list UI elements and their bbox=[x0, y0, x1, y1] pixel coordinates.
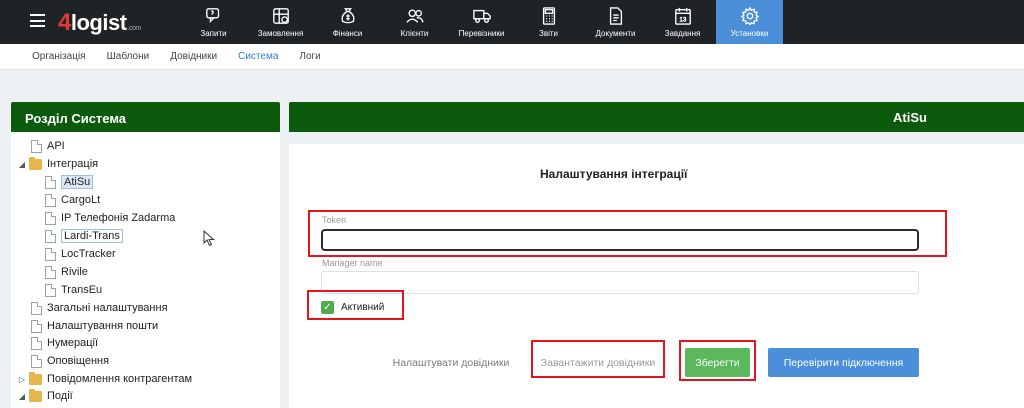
orders-icon bbox=[272, 7, 289, 24]
tree-item-transeu[interactable]: TransEu bbox=[45, 282, 102, 298]
requests-icon bbox=[205, 7, 219, 23]
nav-documents[interactable]: Документи bbox=[582, 0, 649, 44]
card-title: Налаштування інтеграції bbox=[540, 167, 688, 181]
submenu-system[interactable]: Система bbox=[238, 51, 278, 62]
tree-item-loctracker[interactable]: LocTracker bbox=[45, 246, 116, 262]
manager-name-label: Manager name bbox=[322, 258, 383, 268]
document-icon bbox=[45, 211, 56, 225]
tree-item-numbering[interactable]: Нумерації bbox=[31, 335, 98, 351]
tree-item-zadarma[interactable]: IP Телефонія Zadarma bbox=[45, 210, 175, 226]
calculator-icon bbox=[542, 6, 555, 25]
nav-requests[interactable]: Запити bbox=[180, 0, 247, 44]
submenu-logs[interactable]: Логи bbox=[299, 51, 320, 62]
integration-settings-card: Налаштування інтеграції Token Manager na… bbox=[289, 144, 1024, 408]
collapse-toggle-icon[interactable]: ▷ bbox=[17, 375, 27, 384]
manager-name-input[interactable] bbox=[321, 271, 919, 294]
tree-folder-events[interactable]: ◢ Події bbox=[17, 388, 73, 404]
calendar-icon: 13 bbox=[674, 7, 691, 25]
panel-title: Розділ Система bbox=[11, 102, 280, 132]
submenu-templates[interactable]: Шаблони bbox=[107, 51, 150, 62]
nav-clients[interactable]: Клієнти bbox=[381, 0, 448, 44]
finance-icon bbox=[341, 7, 354, 23]
tree-item-rivile[interactable]: Rivile bbox=[45, 264, 88, 280]
tree-item-lardi-trans[interactable]: Lardi-Trans bbox=[45, 228, 123, 244]
folder-icon bbox=[29, 156, 42, 170]
system-section-panel: Розділ Система API ◢ Інтеграція AtiSu Car… bbox=[11, 102, 280, 408]
tree-item-notifications[interactable]: Оповіщення bbox=[31, 353, 109, 369]
active-checkbox[interactable]: ✓ bbox=[321, 301, 334, 314]
app-logo[interactable]: 4logist.com bbox=[58, 9, 141, 37]
folder-icon bbox=[29, 388, 42, 402]
document-icon bbox=[45, 229, 56, 243]
document-icon bbox=[31, 354, 42, 368]
nav-settings[interactable]: Установки bbox=[716, 0, 783, 44]
active-checkbox-label: Активний bbox=[341, 302, 385, 313]
expand-toggle-icon[interactable]: ◢ bbox=[17, 160, 27, 169]
load-dictionaries-button[interactable]: Завантажити довідники bbox=[535, 348, 661, 377]
submenu-organization[interactable]: Організація bbox=[32, 51, 86, 62]
tree-item-mail-settings[interactable]: Налаштування пошти bbox=[31, 318, 158, 334]
top-navigation-bar: 4logist.com Запити Замовлення Фінанси Кл… bbox=[0, 0, 1024, 44]
clients-icon bbox=[405, 8, 424, 23]
document-icon bbox=[31, 336, 42, 350]
tree-item-api[interactable]: API bbox=[31, 138, 65, 154]
document-icon bbox=[31, 319, 42, 333]
tree-item-general-settings[interactable]: Загальні налаштування bbox=[31, 300, 168, 316]
main-nav: Запити Замовлення Фінанси Клієнти Переві… bbox=[180, 0, 783, 44]
document-icon bbox=[609, 6, 622, 25]
submenu-dictionaries[interactable]: Довідники bbox=[170, 51, 217, 62]
nav-orders[interactable]: Замовлення bbox=[247, 0, 314, 44]
gear-icon bbox=[740, 6, 759, 25]
integration-header: AtiSu bbox=[289, 102, 1024, 132]
setup-dictionaries-button[interactable]: Налаштувати довідники bbox=[385, 348, 517, 377]
save-button[interactable]: Зберегти bbox=[685, 348, 750, 377]
document-icon bbox=[45, 247, 56, 261]
nav-finance[interactable]: Фінанси bbox=[314, 0, 381, 44]
document-icon bbox=[45, 175, 56, 189]
document-icon bbox=[31, 301, 42, 315]
document-icon bbox=[31, 139, 42, 153]
nav-carriers[interactable]: Перевізники bbox=[448, 0, 515, 44]
truck-icon bbox=[472, 9, 491, 23]
hamburger-menu-icon[interactable] bbox=[30, 14, 45, 27]
settings-submenu: Організація Шаблони Довідники Система Ло… bbox=[0, 44, 1024, 70]
tree-item-atisu[interactable]: AtiSu bbox=[45, 174, 94, 190]
tree-folder-integration[interactable]: ◢ Інтеграція bbox=[17, 156, 98, 172]
tree-folder-counterparty-messages[interactable]: ▷ Повідомлення контрагентам bbox=[17, 371, 192, 387]
tree-item-cargolt[interactable]: CargoLt bbox=[45, 192, 100, 208]
mouse-cursor-icon bbox=[203, 230, 215, 247]
annotation-highlight bbox=[308, 210, 947, 257]
nav-reports[interactable]: Звіти bbox=[515, 0, 582, 44]
folder-icon bbox=[29, 371, 42, 385]
document-icon bbox=[45, 283, 56, 297]
document-icon bbox=[45, 265, 56, 279]
nav-tasks[interactable]: 13 Завдання bbox=[649, 0, 716, 44]
svg-text:13: 13 bbox=[679, 16, 687, 23]
expand-toggle-icon[interactable]: ◢ bbox=[17, 392, 27, 401]
check-connection-button[interactable]: Перевірити підключення bbox=[768, 348, 919, 377]
document-icon bbox=[45, 193, 56, 207]
